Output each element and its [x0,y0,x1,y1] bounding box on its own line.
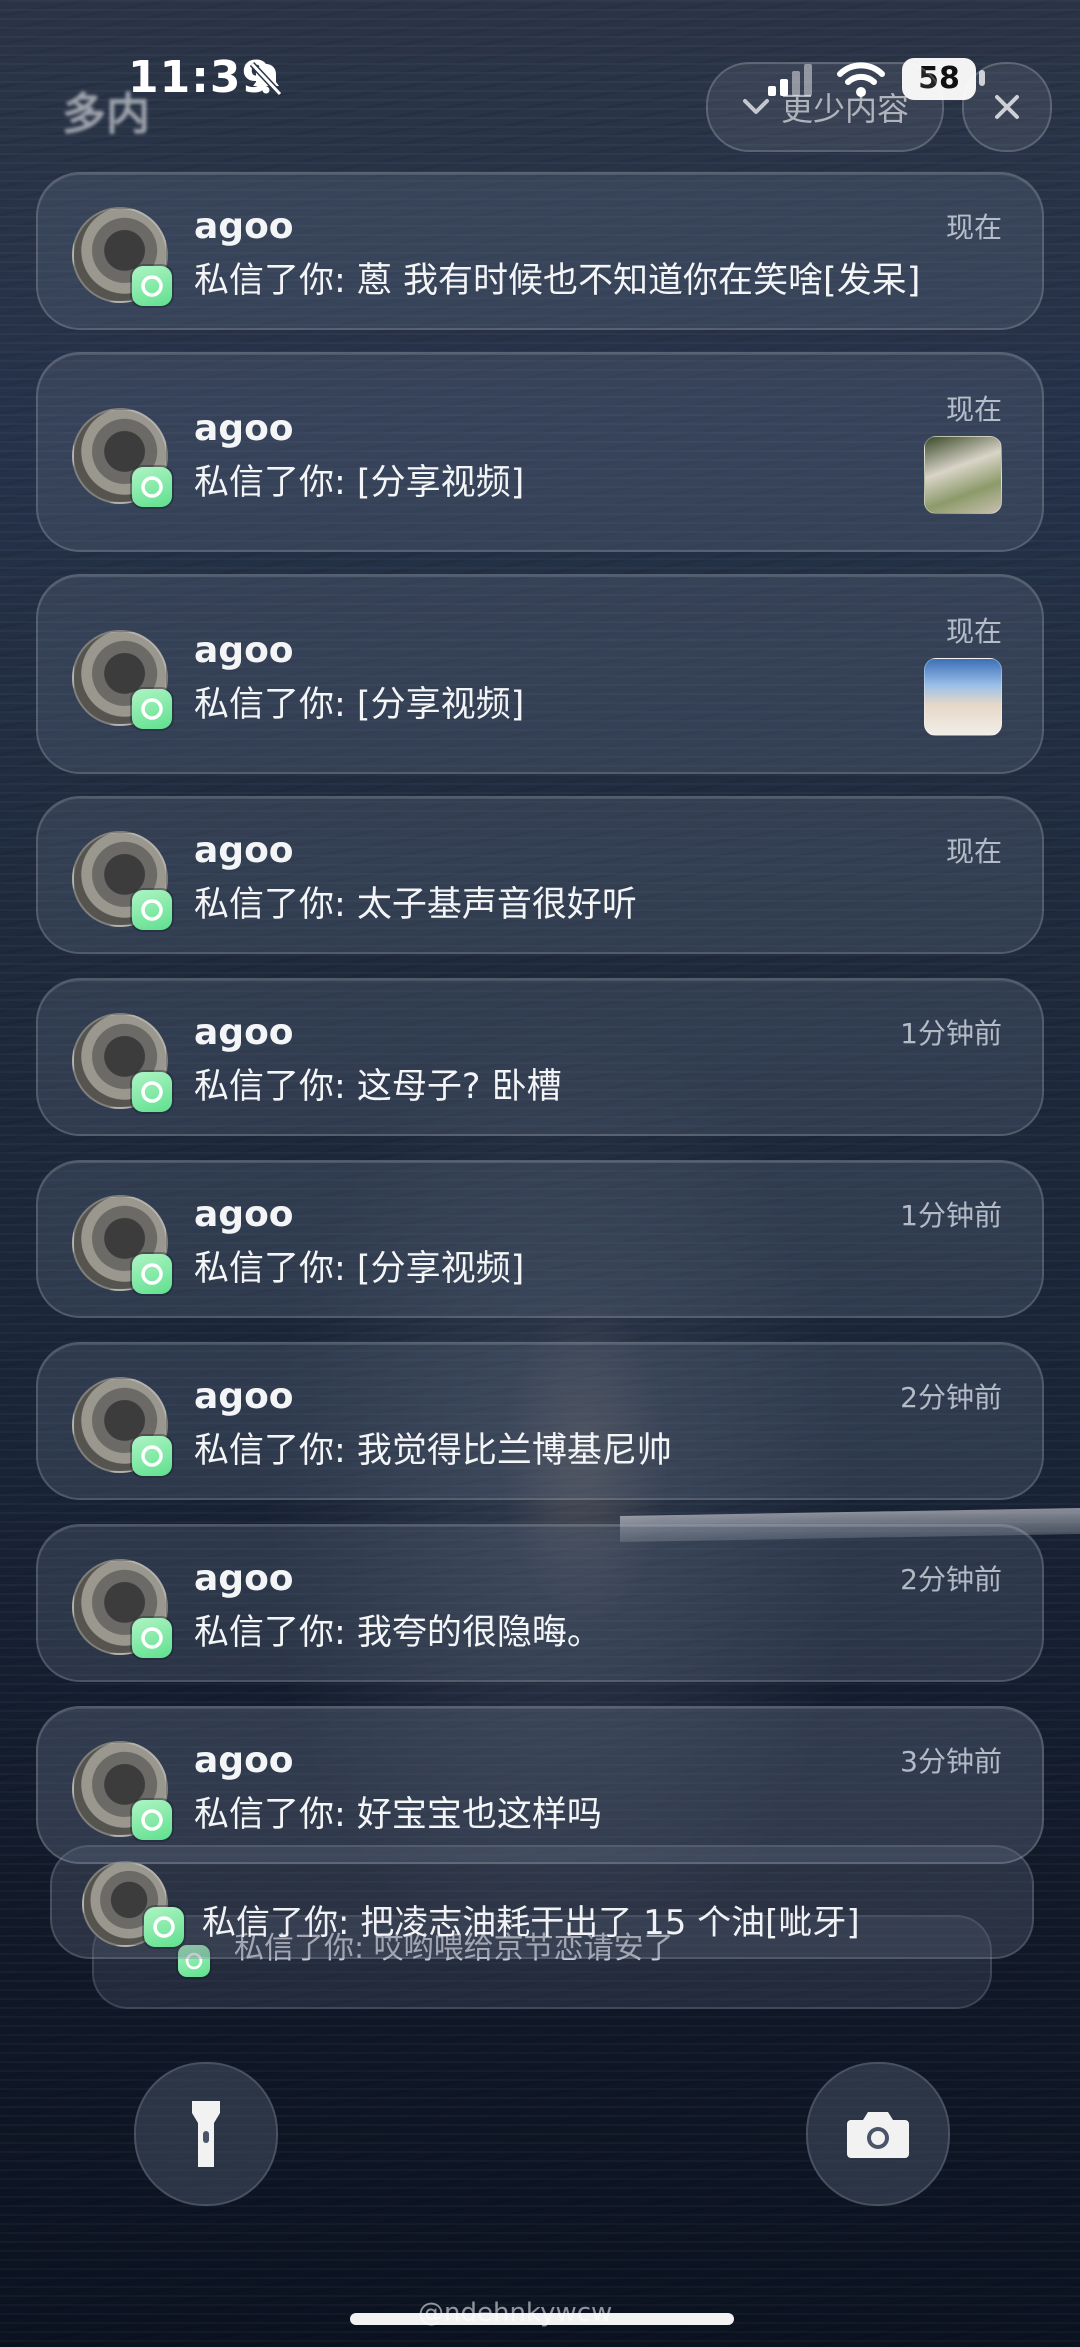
show-less-button[interactable]: 更少内容 [706,62,944,152]
notification-message: 私信了你: [分享视频] [194,1249,525,1289]
notification-card[interactable]: agoo 私信了你: [分享视频] 1分钟前 [36,1160,1044,1318]
watermark: @ndehnkywcw [418,2298,613,2328]
notification-sender: agoo [194,408,294,449]
notification-time: 现在 [945,211,1002,244]
app-badge-icon [132,1800,172,1840]
app-badge-icon [132,689,172,729]
notification-sender: agoo [194,1558,294,1599]
close-icon [995,95,1019,119]
notification-card[interactable]: agoo 私信了你: 这母子? 卧槽 1分钟前 [36,978,1044,1136]
stacked-message: 私信了你: 把凌志油耗干出了 15 个油[呲牙] [202,1903,860,1943]
app-badge-icon [132,1254,172,1294]
notification-message: 私信了你: 我夸的很隐晦。 [194,1613,602,1653]
notification-sender: agoo [194,1012,294,1053]
camera-button[interactable] [806,2062,950,2206]
app-badge-icon [132,1618,172,1658]
notification-time: 3分钟前 [900,1745,1002,1778]
notification-card[interactable]: agoo 私信了你: 我夸的很隐晦。 2分钟前 [36,1524,1044,1682]
notification-message: 私信了你: 我觉得比兰博基尼帅 [194,1431,672,1471]
app-badge-icon [132,266,172,306]
header-title: 多内 [62,89,150,140]
notification-sender: agoo [194,1740,294,1781]
notification-time: 2分钟前 [900,1563,1002,1596]
show-less-label: 更少内容 [780,90,909,128]
notification-message: 私信了你: [分享视频] [194,463,525,503]
notification-message: 私信了你: 蒽 我有时候也不知道你在笑啥[发呆] [194,261,921,301]
notification-card[interactable]: agoo 私信了你: [分享视频] 现在 [36,574,1044,774]
notification-card[interactable]: agoo 私信了你: [分享视频] 现在 [36,352,1044,552]
bell-slash-icon [249,61,283,97]
video-thumbnail [924,658,1002,736]
chevron-down-icon [742,99,769,114]
app-badge-icon [132,467,172,507]
notification-time: 1分钟前 [900,1199,1002,1232]
app-badge-icon [132,1072,172,1112]
notification-sender: agoo [194,830,294,871]
app-badge-icon [132,1436,172,1476]
notification-card[interactable]: agoo 私信了你: 我觉得比兰博基尼帅 2分钟前 [36,1342,1044,1500]
app-badge-icon [132,890,172,930]
notification-time: 现在 [945,393,1002,426]
notification-card[interactable]: agoo 私信了你: 太子基声音很好听 现在 [36,796,1044,954]
notification-message: 私信了你: 好宝宝也这样吗 [194,1795,602,1835]
notification-sender: agoo [194,1376,294,1417]
notification-card[interactable]: agoo 私信了你: 蒽 我有时候也不知道你在笑啥[发呆] 现在 [36,172,1044,330]
flashlight-icon [192,2101,220,2167]
flashlight-button[interactable] [134,2062,278,2206]
notification-time: 现在 [945,615,1002,648]
notification-sender: agoo [194,630,294,671]
app-badge-icon [144,1907,184,1947]
video-thumbnail [924,436,1002,514]
notification-time: 现在 [945,835,1002,868]
notification-sender: agoo [194,1194,294,1235]
notification-sender: agoo [194,206,294,247]
clear-notifications-button[interactable] [962,62,1052,152]
notification-message: 私信了你: 太子基声音很好听 [194,885,637,925]
notification-message: 私信了你: [分享视频] [194,685,525,725]
notification-message: 私信了你: 这母子? 卧槽 [194,1067,562,1107]
camera-icon [847,2112,909,2158]
notification-time: 1分钟前 [900,1017,1002,1050]
notification-card[interactable]: agoo 私信了你: 好宝宝也这样吗 3分钟前 [36,1706,1044,1864]
notification-time: 2分钟前 [900,1381,1002,1414]
